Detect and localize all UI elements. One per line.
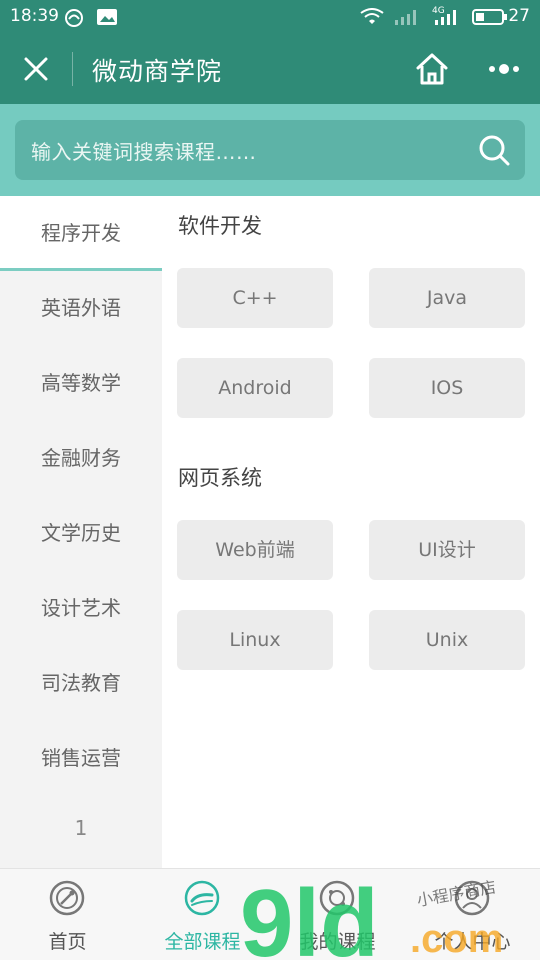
status-bar: 18:39 4G 27 — [0, 0, 540, 34]
section-title-software: 软件开发 — [178, 214, 262, 238]
search-input[interactable]: 输入关键词搜索课程…… — [15, 120, 525, 180]
category-sidebar: 程序开发 英语外语 高等数学 金融财务 文学历史 设计艺术 司法教育 销售运营 … — [0, 196, 162, 868]
image-notification-icon — [97, 9, 117, 25]
page-title: 微动商学院 — [92, 57, 223, 86]
sidebar-item-literature-history[interactable]: 文学历史 — [0, 496, 162, 571]
sidebar-item-programming[interactable]: 程序开发 — [0, 196, 162, 271]
title-divider — [72, 52, 73, 86]
sidebar-item-finance[interactable]: 金融财务 — [0, 421, 162, 496]
search-icon[interactable] — [477, 133, 511, 167]
more-icon[interactable] — [484, 58, 524, 80]
nav-label-home: 首页 — [48, 931, 87, 953]
tag-unix[interactable]: Unix — [369, 610, 525, 670]
nav-item-home[interactable]: 首页 — [0, 869, 135, 960]
nav-label-profile: 个人中心 — [434, 931, 511, 953]
tag-ios[interactable]: IOS — [369, 358, 525, 418]
all-courses-icon — [184, 880, 220, 916]
status-time: 18:39 — [10, 6, 59, 26]
nav-label-my-courses: 我的课程 — [299, 931, 376, 953]
tag-cpp[interactable]: C++ — [177, 268, 333, 328]
bottom-nav: 首页 全部课程 我的课程 个人中心 — [0, 868, 540, 960]
app-notification-icon — [65, 9, 83, 27]
nav-label-all-courses: 全部课程 — [164, 931, 241, 953]
home-icon[interactable] — [413, 50, 451, 88]
nav-item-all-courses[interactable]: 全部课程 — [135, 869, 270, 960]
tag-web-frontend[interactable]: Web前端 — [177, 520, 333, 580]
sidebar-item-law-education[interactable]: 司法教育 — [0, 646, 162, 721]
battery-percent: 27 — [508, 6, 530, 26]
tag-java[interactable]: Java — [369, 268, 525, 328]
close-icon[interactable] — [18, 51, 54, 87]
sidebar-item-sales[interactable]: 销售运营 — [0, 721, 162, 796]
wifi-icon — [360, 8, 384, 24]
nav-item-my-courses[interactable]: 我的课程 — [270, 869, 405, 960]
my-courses-icon — [319, 880, 355, 916]
profile-icon — [454, 880, 490, 916]
battery-icon — [472, 9, 507, 25]
nav-item-profile[interactable]: 个人中心 — [405, 869, 540, 960]
title-bar: 微动商学院 — [0, 34, 540, 104]
signal-icon — [395, 10, 416, 25]
home-globe-icon — [49, 880, 85, 916]
tag-android[interactable]: Android — [177, 358, 333, 418]
tag-linux[interactable]: Linux — [177, 610, 333, 670]
sidebar-page-number: 1 — [74, 816, 88, 840]
sidebar-item-mathematics[interactable]: 高等数学 — [0, 346, 162, 421]
section-title-web: 网页系统 — [178, 466, 262, 490]
search-placeholder: 输入关键词搜索课程…… — [31, 140, 257, 164]
tag-ui-design[interactable]: UI设计 — [369, 520, 525, 580]
course-content: 软件开发 C++ Java Android IOS 网页系统 Web前端 UI设… — [162, 196, 540, 868]
sidebar-item-foreign-language[interactable]: 英语外语 — [0, 271, 162, 346]
signal-4g-icon — [435, 10, 456, 25]
search-area: 输入关键词搜索课程…… — [0, 104, 540, 196]
sidebar-item-design-art[interactable]: 设计艺术 — [0, 571, 162, 646]
